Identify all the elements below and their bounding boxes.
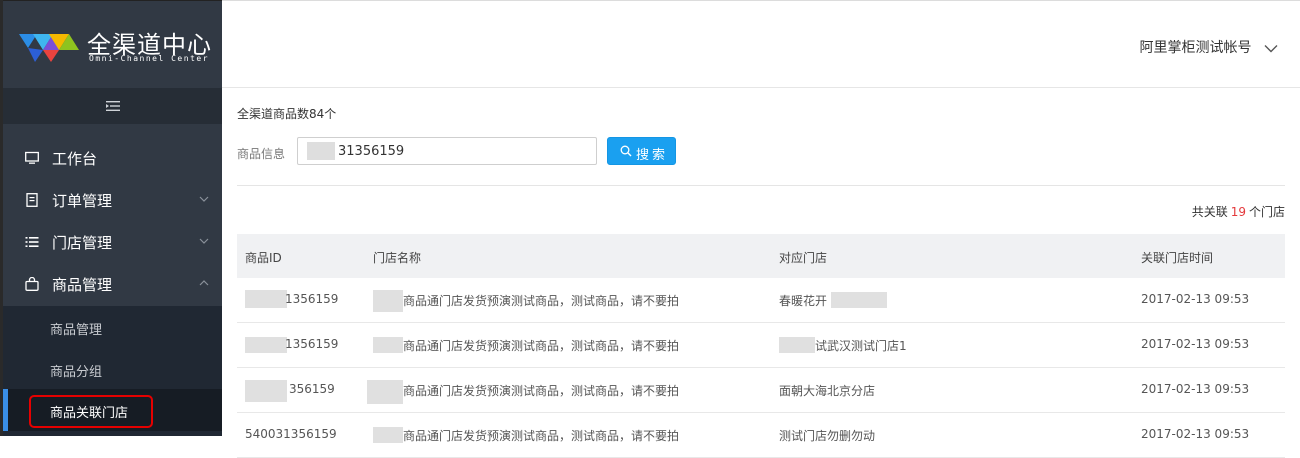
submenu-item-product-groups[interactable]: 商品分组 bbox=[3, 348, 222, 390]
cell-mapped-store: 春暖花开 bbox=[779, 294, 828, 308]
sidebar-item-label: 商品管理 bbox=[52, 276, 113, 294]
sidebar-collapse-toggle[interactable] bbox=[3, 88, 222, 124]
sidebar-item-label: 门店管理 bbox=[52, 234, 113, 252]
redacted-mask bbox=[373, 337, 403, 353]
cell-store-name: 商品通门店发货预演测试商品，测试商品，请不要拍 bbox=[403, 339, 680, 353]
redacted-mask bbox=[245, 290, 287, 308]
cell-relation-time: 2017-02-13 09:53 bbox=[1141, 427, 1250, 441]
sidebar-item-stores[interactable]: 门店管理 bbox=[3, 221, 222, 263]
column-header-relation-time: 关联门店时间 bbox=[1141, 251, 1214, 265]
sidebar-item-orders[interactable]: 订单管理 bbox=[3, 179, 222, 221]
column-header-product-id: 商品ID bbox=[245, 251, 282, 265]
search-icon bbox=[620, 145, 632, 157]
cell-store-name: 商品通门店发货预演测试商品，测试商品，请不要拍 bbox=[403, 294, 680, 308]
redacted-mask bbox=[245, 337, 287, 353]
redacted-mask bbox=[307, 142, 335, 160]
relation-count: 共关联 19 个门店 bbox=[1192, 203, 1285, 220]
relation-prefix: 共关联 bbox=[1191, 205, 1228, 219]
column-header-store-name: 门店名称 bbox=[373, 251, 422, 265]
table-header: 商品ID 门店名称 对应门店 关联门店时间 bbox=[237, 234, 1285, 278]
list-icon bbox=[25, 237, 39, 247]
redacted-mask bbox=[367, 380, 403, 404]
relation-count-number: 19 bbox=[1230, 205, 1246, 219]
sidebar: 全渠道中心 Omni-Channel Center 工作台 订单管理 门店管理 … bbox=[0, 0, 222, 436]
highlight-annotation-box bbox=[29, 395, 153, 428]
brand-subtitle: Omni-Channel Center bbox=[89, 54, 210, 63]
cell-product-id: 356159 bbox=[289, 382, 335, 396]
divider bbox=[237, 185, 1285, 186]
chevron-down-icon bbox=[199, 196, 209, 202]
menu-fold-icon bbox=[106, 101, 120, 111]
monitor-icon bbox=[25, 151, 39, 164]
redacted-mask bbox=[779, 337, 815, 353]
redacted-mask bbox=[831, 292, 887, 308]
redacted-mask bbox=[373, 290, 403, 312]
search-button[interactable]: 搜索 bbox=[607, 137, 676, 165]
cell-relation-time: 2017-02-13 09:53 bbox=[1141, 382, 1250, 396]
cell-relation-time: 2017-02-13 09:53 bbox=[1141, 292, 1250, 306]
submenu-item-label: 商品分组 bbox=[50, 365, 103, 380]
main-content: 全渠道商品数84个 商品信息 搜索 共关联19个门店 商品ID 门店名称 对应门… bbox=[222, 88, 1300, 458]
brand-logo-icon bbox=[19, 34, 79, 62]
cell-product-id: 1356159 bbox=[285, 337, 339, 351]
bag-icon bbox=[25, 277, 39, 291]
relation-suffix: 个门店 bbox=[1248, 205, 1285, 219]
product-count-text: 全渠道商品数84个 bbox=[237, 107, 337, 121]
cell-product-id: 540031356159 bbox=[245, 427, 337, 441]
submenu-item-label: 商品管理 bbox=[50, 323, 103, 338]
table-row[interactable]: 356159 商品通门店发货预演测试商品，测试商品，请不要拍 面朝大海北京分店 … bbox=[237, 368, 1285, 413]
chevron-down-icon bbox=[1264, 44, 1278, 52]
table-row[interactable]: 1356159 商品通门店发货预演测试商品，测试商品，请不要拍 春暖花开 201… bbox=[237, 278, 1285, 323]
sidebar-item-products[interactable]: 商品管理 bbox=[3, 263, 222, 305]
search-input[interactable] bbox=[297, 137, 597, 165]
submenu-item-product-management[interactable]: 商品管理 bbox=[3, 306, 222, 348]
cell-product-id: 1356159 bbox=[285, 292, 339, 306]
cell-mapped-store: 面朝大海北京分店 bbox=[779, 384, 876, 398]
chevron-up-icon bbox=[199, 280, 209, 286]
sidebar-item-label: 订单管理 bbox=[52, 192, 113, 210]
cell-store-name: 商品通门店发货预演测试商品，测试商品，请不要拍 bbox=[403, 384, 680, 398]
column-header-mapped-store: 对应门店 bbox=[779, 251, 828, 265]
redacted-mask bbox=[245, 380, 287, 402]
cell-mapped-store: 试武汉测试门店1 bbox=[815, 339, 907, 353]
order-icon bbox=[26, 193, 38, 207]
cell-relation-time: 2017-02-13 09:53 bbox=[1141, 337, 1250, 351]
brand[interactable]: 全渠道中心 Omni-Channel Center bbox=[3, 0, 222, 89]
top-header: 阿里掌柜测试帐号 bbox=[222, 0, 1300, 88]
search-button-label: 搜索 bbox=[636, 148, 669, 163]
account-menu[interactable]: 阿里掌柜测试帐号 bbox=[1140, 37, 1278, 57]
account-name: 阿里掌柜测试帐号 bbox=[1139, 40, 1252, 56]
filter-label: 商品信息 bbox=[237, 147, 286, 161]
chevron-down-icon bbox=[199, 238, 209, 244]
redacted-mask bbox=[373, 427, 403, 443]
sidebar-item-workbench[interactable]: 工作台 bbox=[3, 137, 222, 179]
sidebar-item-label: 工作台 bbox=[52, 150, 98, 168]
table-row[interactable]: 1356159 商品通门店发货预演测试商品，测试商品，请不要拍 试武汉测试门店1… bbox=[237, 323, 1285, 368]
